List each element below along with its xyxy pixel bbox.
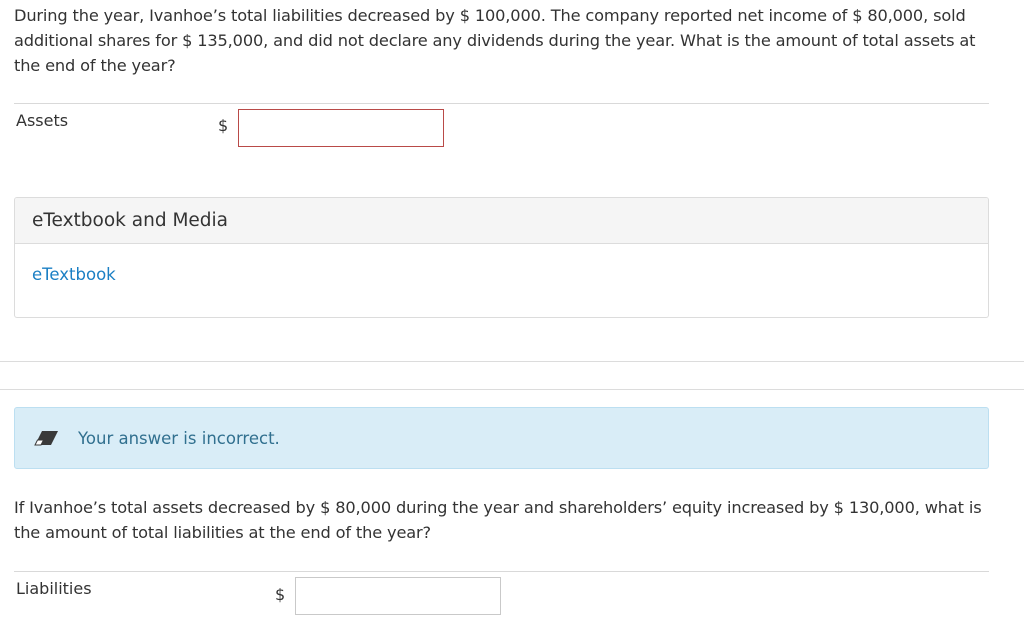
currency-symbol: $ <box>218 116 229 135</box>
divider <box>14 571 989 572</box>
divider <box>14 103 989 104</box>
panel-divider <box>0 389 1024 390</box>
incorrect-answer-alert: Your answer is incorrect. <box>14 407 989 469</box>
etextbook-link[interactable]: eTextbook <box>32 265 116 284</box>
assets-input[interactable] <box>238 109 444 147</box>
panel-divider <box>0 361 1024 362</box>
currency-symbol: $ <box>275 585 286 604</box>
question-text: During the year, Ivanhoe’s total liabili… <box>14 6 976 75</box>
media-panel-header: eTextbook and Media <box>15 198 988 244</box>
liabilities-label: Liabilities <box>16 579 92 598</box>
question-text: If Ivanhoe’s total assets decreased by $… <box>14 498 982 542</box>
feedback-message: Your answer is incorrect. <box>78 428 280 448</box>
etextbook-media-panel: eTextbook and Media eTextbook <box>14 197 989 318</box>
assets-label: Assets <box>16 111 69 130</box>
eraser-icon <box>32 427 62 449</box>
liabilities-input[interactable] <box>295 577 501 615</box>
